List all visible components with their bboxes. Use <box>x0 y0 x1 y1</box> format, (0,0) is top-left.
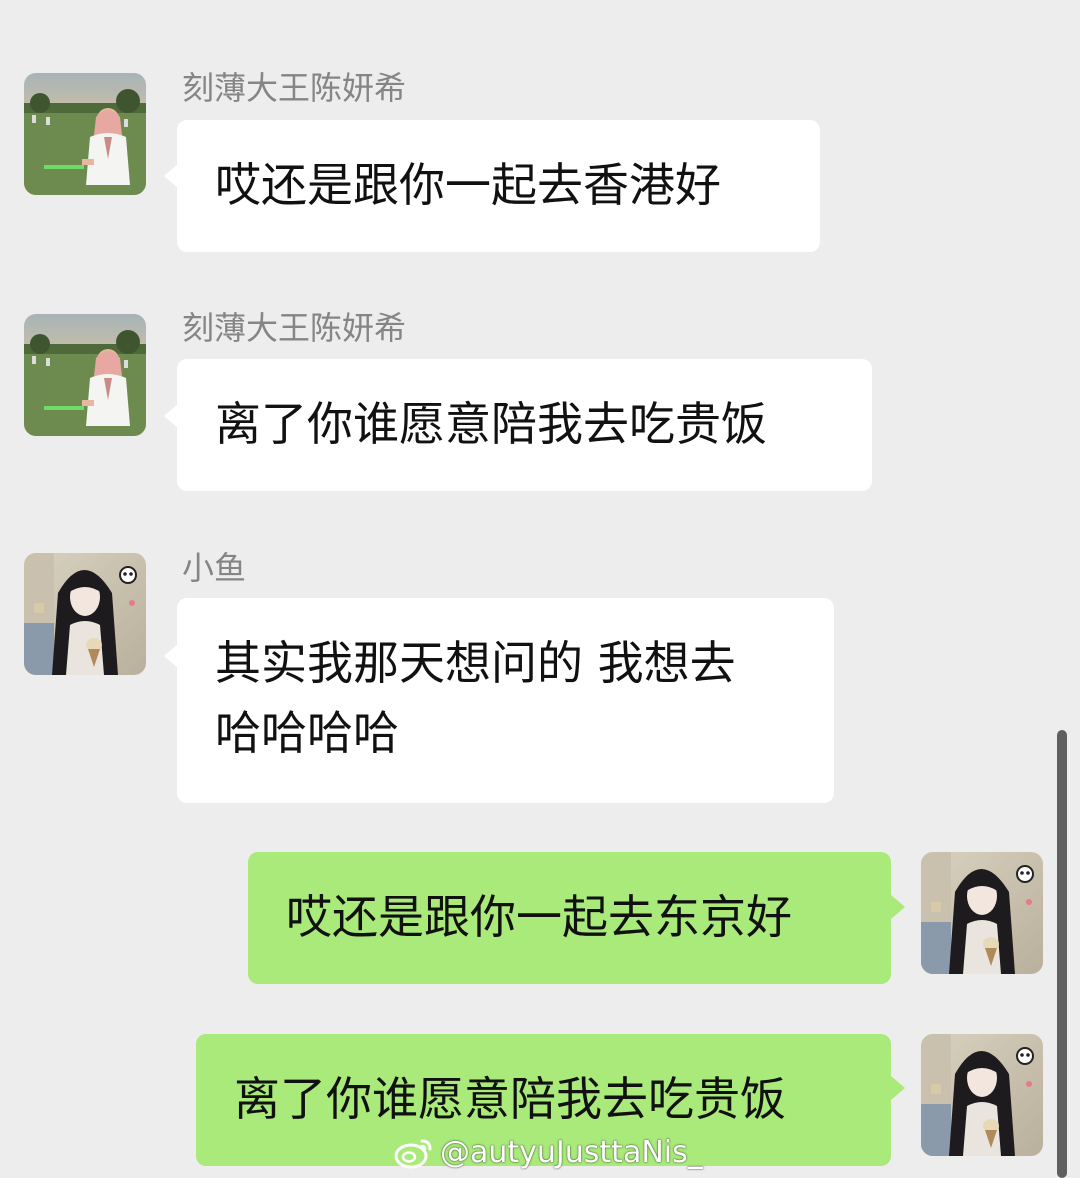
bubble-tail <box>164 404 178 428</box>
sender-name: 刻薄大王陈妍希 <box>182 309 407 347</box>
watermark-text: @autyuJusttaNis_ <box>440 1134 703 1170</box>
message-bubble[interactable]: 哎还是跟你一起去东京好 <box>248 852 891 984</box>
bubble-tail <box>164 164 178 188</box>
message-bubble[interactable]: 离了你谁愿意陪我去吃贵饭 <box>177 359 872 491</box>
sender-avatar[interactable] <box>24 553 146 675</box>
sender-avatar[interactable] <box>24 314 146 436</box>
girl-long-hair-avatar-image <box>921 852 1043 974</box>
self-avatar[interactable] <box>921 852 1043 974</box>
weibo-watermark: @autyuJusttaNis_ <box>394 1132 703 1172</box>
outdoor-park-avatar-image <box>24 73 146 195</box>
self-avatar[interactable] <box>921 1034 1043 1156</box>
girl-long-hair-avatar-image <box>24 553 146 675</box>
message-bubble[interactable]: 哎还是跟你一起去香港好 <box>177 120 820 252</box>
weibo-logo-icon <box>394 1139 432 1169</box>
message-line: 哈哈哈哈 <box>215 706 399 760</box>
scrollbar-thumb[interactable] <box>1057 730 1067 1178</box>
sender-avatar[interactable] <box>24 73 146 195</box>
message-line: 其实我那天想问的 我想去 <box>215 636 736 690</box>
bubble-tail <box>891 1076 905 1100</box>
outdoor-park-avatar-image <box>24 314 146 436</box>
girl-long-hair-avatar-image <box>921 1034 1043 1156</box>
bubble-tail <box>164 644 178 668</box>
sender-name: 刻薄大王陈妍希 <box>182 69 407 107</box>
message-bubble[interactable]: 其实我那天想问的 我想去 哈哈哈哈 <box>177 598 834 803</box>
bubble-tail <box>891 895 905 919</box>
sender-name: 小鱼 <box>182 549 247 587</box>
